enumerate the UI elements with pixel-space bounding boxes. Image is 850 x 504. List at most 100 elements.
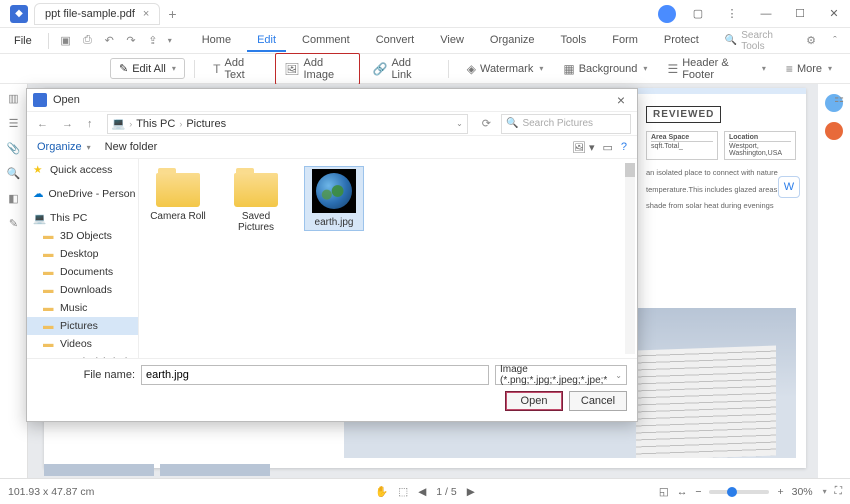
tree-videos[interactable]: ▬Videos (27, 335, 138, 353)
thumbnails-icon[interactable]: ▥ (8, 92, 18, 105)
tree-onedrive[interactable]: ☁OneDrive - Person (27, 185, 138, 203)
file-saved-pictures[interactable]: Saved Pictures (227, 167, 285, 233)
titlebar: ◆ ppt file-sample.pdf × + ▢ ⋮ — ☐ ✕ (0, 0, 850, 28)
folder-tree[interactable]: ★Quick access ☁OneDrive - Person 💻This P… (27, 159, 139, 358)
tab-edit[interactable]: Edit (247, 30, 286, 52)
refresh-icon[interactable]: ⟳ (478, 115, 495, 132)
prev-page-icon[interactable]: ◀ (418, 486, 426, 498)
nav-up-icon[interactable]: ↑ (83, 116, 97, 132)
hand-tool-icon[interactable]: ✋ (375, 485, 388, 498)
file-camera-roll[interactable]: Camera Roll (149, 167, 207, 222)
settings-icon[interactable]: ⚙ (802, 32, 820, 50)
scrollbar-thumb[interactable] (625, 163, 635, 177)
chevron-down-icon[interactable]: ⌄ (456, 119, 463, 128)
add-link-button[interactable]: 🔗Add Link (364, 54, 437, 84)
tree-music[interactable]: ▬Music (27, 299, 138, 317)
bookmarks-icon[interactable]: ☰ (9, 117, 19, 130)
preview-pane-icon[interactable]: ▭ (602, 141, 612, 154)
open-button[interactable]: Open (505, 391, 563, 411)
zoom-out-icon[interactable]: − (695, 486, 701, 498)
tab-form[interactable]: Form (602, 30, 648, 52)
new-tab-button[interactable]: + (168, 6, 176, 22)
filename-input[interactable] (141, 365, 489, 385)
tab-home[interactable]: Home (192, 30, 241, 52)
help-icon[interactable]: ? (621, 141, 627, 153)
header-footer-icon: ☰ (667, 62, 678, 76)
tool-dot-2[interactable] (825, 122, 843, 140)
close-tab-icon[interactable]: × (143, 8, 149, 20)
fullscreen-icon[interactable]: ⛶ (835, 485, 842, 498)
tab-organize[interactable]: Organize (480, 30, 545, 52)
print-icon[interactable]: ⎙ (79, 32, 97, 50)
tree-downloads[interactable]: ▬Downloads (27, 281, 138, 299)
cancel-button[interactable]: Cancel (569, 391, 627, 411)
menubar: File ▣ ⎙ ↶ ↷ ⇪ ▾ Home Edit Comment Conve… (0, 28, 850, 54)
file-menu[interactable]: File (6, 32, 40, 50)
dialog-search[interactable]: 🔍 Search Pictures (501, 114, 631, 134)
layers-icon[interactable]: ◧ (8, 192, 18, 205)
attachments-icon[interactable]: 📎 (7, 142, 21, 155)
tab-comment[interactable]: Comment (292, 30, 360, 52)
tree-pictures[interactable]: ▬Pictures (27, 317, 138, 335)
notification-icon[interactable]: ▢ (686, 2, 710, 26)
tree-3d-objects[interactable]: ▬3D Objects (27, 227, 138, 245)
avatar[interactable] (658, 5, 676, 23)
comments-icon[interactable]: ✎ (9, 217, 18, 230)
kebab-menu-icon[interactable]: ⋮ (720, 2, 744, 26)
header-footer-dropdown[interactable]: ☰Header & Footer▾ (659, 54, 773, 84)
tab-tools[interactable]: Tools (551, 30, 597, 52)
more-dropdown[interactable]: ≡More▾ (778, 59, 840, 79)
tree-documents[interactable]: ▬Documents (27, 263, 138, 281)
search-icon: 🔍 (725, 35, 737, 46)
add-image-button[interactable]: 🖼Add Image (275, 53, 360, 85)
document-tab[interactable]: ppt file-sample.pdf × (34, 3, 160, 25)
breadcrumb[interactable]: 💻 › This PC › Pictures ⌄ (107, 114, 468, 134)
background-dropdown[interactable]: ▦Background▾ (555, 59, 655, 79)
more-icon: ≡ (786, 62, 793, 76)
status-bar: 101.93 x 47.87 cm ✋ ⬚ ◀ 1 / 5 ▶ ◱ ↔ − + … (0, 478, 850, 504)
tab-view[interactable]: View (430, 30, 474, 52)
save-icon[interactable]: ▣ (57, 32, 75, 50)
search-icon: 🔍 (506, 118, 518, 129)
zoom-in-icon[interactable]: + (777, 486, 783, 498)
properties-icon[interactable]: ⚏ (834, 92, 844, 105)
edit-all-dropdown[interactable]: ✎ Edit All ▾ (110, 58, 185, 79)
search-panel-icon[interactable]: 🔍 (7, 167, 21, 180)
share-icon[interactable]: ⇪ (144, 32, 162, 50)
dialog-titlebar: Open × (27, 89, 637, 111)
nav-forward-icon[interactable]: → (58, 116, 77, 132)
dialog-close-button[interactable]: × (611, 92, 631, 108)
tree-quick-access[interactable]: ★Quick access (27, 161, 138, 179)
tree-desktop[interactable]: ▬Desktop (27, 245, 138, 263)
page-indicator[interactable]: 1 / 5 (436, 486, 456, 498)
fit-width-icon[interactable]: ↔ (677, 486, 688, 498)
search-tools[interactable]: 🔍 Search Tools (725, 30, 798, 52)
fit-page-icon[interactable]: ◱ (659, 486, 669, 498)
maximize-button[interactable]: ☐ (788, 2, 812, 26)
file-earth[interactable]: earth.jpg (305, 167, 363, 230)
add-text-button[interactable]: TAdd Text (205, 54, 271, 84)
next-page-icon[interactable]: ▶ (467, 486, 475, 498)
minimize-button[interactable]: — (754, 2, 778, 26)
redo-icon[interactable]: ↷ (122, 32, 140, 50)
collapse-ribbon-icon[interactable]: ˆ (826, 32, 844, 50)
nav-back-icon[interactable]: ← (33, 116, 52, 132)
watermark-dropdown[interactable]: ◈Watermark▾ (459, 59, 552, 79)
file-list[interactable]: Camera Roll Saved Pictures earth.jpg (139, 159, 637, 358)
zoom-slider[interactable] (709, 490, 769, 494)
zoom-level[interactable]: 30% (792, 486, 813, 498)
undo-icon[interactable]: ↶ (100, 32, 118, 50)
file-filter-dropdown[interactable]: Image (*.png;*.jpg;*.jpeg;*.jpe;*⌄ (495, 365, 627, 385)
tab-protect[interactable]: Protect (654, 30, 709, 52)
image-thumbnail (312, 169, 356, 213)
new-folder-button[interactable]: New folder (105, 141, 158, 153)
organize-dropdown[interactable]: Organize▾ (37, 141, 91, 153)
select-tool-icon[interactable]: ⬚ (398, 486, 408, 498)
scrollbar[interactable] (625, 163, 635, 354)
close-window-button[interactable]: ✕ (822, 2, 846, 26)
tab-convert[interactable]: Convert (366, 30, 425, 52)
tree-this-pc[interactable]: 💻This PC (27, 209, 138, 227)
word-export-badge[interactable]: W (778, 176, 800, 198)
right-panel (818, 84, 850, 478)
view-mode-dropdown[interactable]: 🖼 ▾ (572, 141, 595, 154)
